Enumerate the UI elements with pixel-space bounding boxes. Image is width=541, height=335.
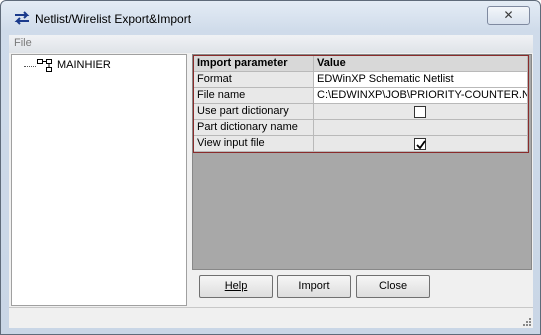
status-bar [9, 307, 533, 328]
import-button[interactable]: Import [277, 275, 351, 298]
param-view-input-file: View input file [194, 136, 314, 152]
value-part-dictionary-name[interactable] [314, 120, 528, 136]
value-use-part-dictionary [314, 104, 528, 120]
table-row: Format EDWinXP Schematic Netlist [194, 72, 528, 88]
parameter-panel: Import parameter Value Format EDWinXP Sc… [192, 54, 532, 270]
view-input-file-checkbox[interactable] [414, 138, 426, 150]
menu-bar: File [9, 35, 533, 53]
close-icon: ✕ [503, 8, 514, 22]
table-row: Use part dictionary [194, 104, 528, 120]
dialog-window: Netlist/Wirelist Export&Import ✕ File MA… [0, 0, 541, 335]
checkmark-icon [416, 140, 426, 150]
title-bar[interactable]: Netlist/Wirelist Export&Import ✕ [1, 1, 540, 34]
param-file-name: File name [194, 88, 314, 104]
help-button[interactable]: Help [199, 275, 273, 298]
resize-grip-icon[interactable] [521, 316, 531, 326]
param-use-part-dictionary: Use part dictionary [194, 104, 314, 120]
close-button[interactable]: Close [356, 275, 430, 298]
exchange-arrows-icon [14, 11, 30, 25]
window-title: Netlist/Wirelist Export&Import [35, 12, 192, 26]
parameter-grid: Import parameter Value Format EDWinXP Sc… [193, 55, 529, 153]
import-button-label: Import [298, 280, 330, 292]
tree-connector [24, 66, 36, 67]
param-format: Format [194, 72, 314, 88]
table-row: View input file [194, 136, 528, 152]
column-header-parameter: Import parameter [194, 56, 314, 72]
close-button-label: Close [378, 280, 408, 292]
param-part-dictionary-name: Part dictionary name [194, 120, 314, 136]
table-row: Part dictionary name [194, 120, 528, 136]
value-view-input-file [314, 136, 528, 152]
value-file-name[interactable]: C:\EDWINXP\JOB\PRIORITY-COUNTER.NET [314, 88, 528, 104]
menu-file[interactable]: File [14, 37, 32, 49]
hierarchy-icon [37, 59, 52, 72]
column-header-value: Value [314, 56, 528, 72]
table-row: File name C:\EDWINXP\JOB\PRIORITY-COUNTE… [194, 88, 528, 104]
tree-node-label: MAINHIER [57, 59, 111, 71]
window-close-button[interactable]: ✕ [487, 6, 530, 25]
client-area: MAINHIER Import parameter Value Format E… [9, 53, 533, 328]
value-format[interactable]: EDWinXP Schematic Netlist [314, 72, 528, 88]
help-button-label: Help [224, 280, 248, 292]
use-part-dictionary-checkbox[interactable] [414, 106, 426, 118]
grid-header-row: Import parameter Value [194, 56, 528, 72]
hierarchy-tree[interactable]: MAINHIER [11, 54, 187, 306]
